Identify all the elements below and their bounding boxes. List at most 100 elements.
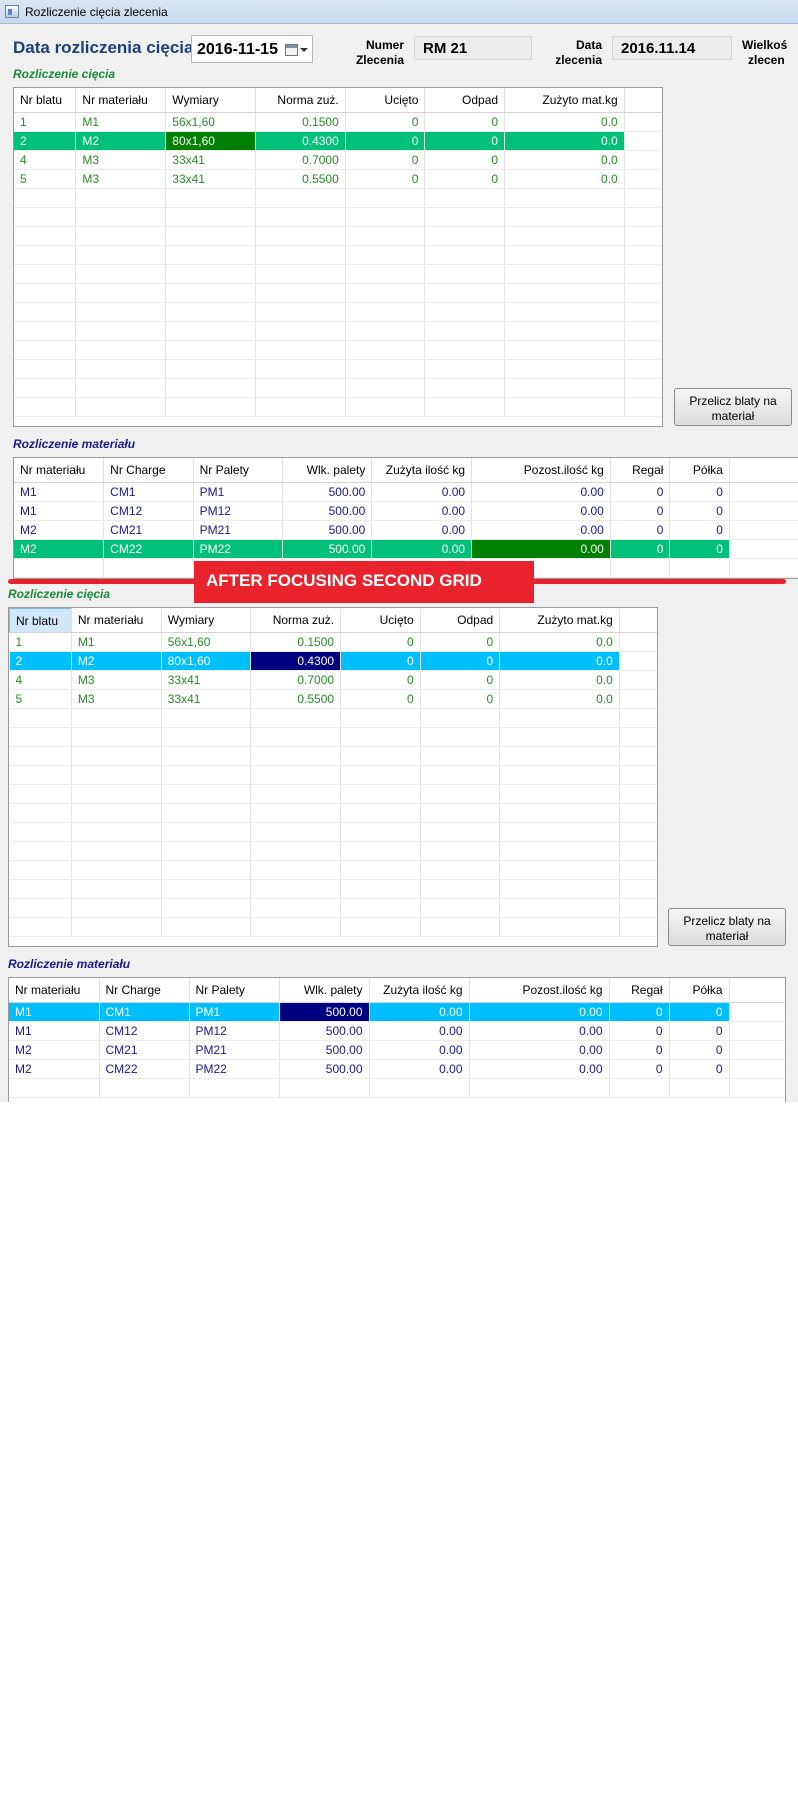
table-row[interactable]: 5 M3 33x41 0.5500 0 0 0.0 [9,689,657,709]
column-header[interactable]: Nr materiału [9,978,100,1003]
table-cell[interactable]: 5 [9,689,72,709]
settlement-date-picker[interactable]: 2016-11-15 [191,35,313,63]
table-cell[interactable]: M2 [71,651,162,671]
table-cell[interactable]: 0 [420,632,501,652]
table-cell[interactable]: 0.0 [499,670,620,690]
table-cell[interactable]: 500.00 [279,1059,370,1079]
table-cell[interactable]: M2 [75,131,167,151]
column-header[interactable]: Półka [669,458,730,483]
column-header[interactable]: Nr Charge [103,458,194,483]
table-cell[interactable]: PM12 [193,501,283,521]
table-cell[interactable]: 56x1,60 [161,632,252,652]
column-header[interactable]: Wymiary [165,88,256,113]
column-header[interactable]: Ucięto [345,88,426,113]
table-row[interactable]: M2 CM21 PM21 500.00 0.00 0.00 0 0 [14,520,798,540]
table-row[interactable]: 5 M3 33x41 0.5500 0 0 0.0 [14,169,662,189]
table-cell[interactable]: M3 [75,169,167,189]
table-cell[interactable]: 0.0 [504,112,625,132]
table-cell[interactable]: 0.00 [469,1002,610,1022]
table-cell[interactable]: 0 [610,520,671,540]
column-header-focused[interactable]: Nr blatu [9,608,72,633]
table-cell[interactable]: CM21 [103,520,194,540]
table-cell[interactable]: 4 [14,150,77,170]
column-header[interactable]: Wymiary [161,608,252,633]
column-header[interactable]: Zużyto mat.kg [504,88,625,113]
table-cell[interactable]: 0.00 [371,539,473,559]
table-cell[interactable]: PM12 [189,1021,280,1041]
table-row[interactable]: 1 M1 56x1,60 0.1500 0 0 0.0 [14,112,662,132]
table-cell[interactable]: 500.00 [282,501,373,521]
table-cell[interactable]: 0.00 [469,1059,610,1079]
table-cell[interactable]: 0 [340,651,421,671]
table-cell[interactable]: 0 [345,150,426,170]
table-cell[interactable]: 0.5500 [255,169,346,189]
table-cell[interactable]: 0.0 [499,689,620,709]
table-row[interactable]: M2 CM22 PM22 500.00 0.00 0.00 0 0 [9,1059,785,1079]
table-cell[interactable]: 0.00 [371,482,473,502]
table-cell[interactable]: 0 [669,539,730,559]
table-cell[interactable]: 4 [9,670,72,690]
table-cell[interactable]: 0 [345,112,426,132]
table-cell[interactable]: 0 [669,1059,730,1079]
table-cell[interactable]: 0 [420,670,501,690]
table-row-selected[interactable]: M2 CM22 PM22 500.00 0.00 0.00 0 0 [14,539,798,559]
current-cell[interactable]: 0.00 [471,539,611,559]
table-cell[interactable]: 0 [345,169,426,189]
table-cell[interactable]: 0 [340,632,421,652]
table-cell[interactable]: CM22 [103,539,194,559]
current-cell[interactable]: 500.00 [279,1002,370,1022]
table-cell[interactable]: M3 [71,689,162,709]
table-cell[interactable]: 0 [610,482,671,502]
table-cell[interactable]: 56x1,60 [165,112,256,132]
table-cell[interactable]: M2 [9,1040,100,1060]
table-cell[interactable]: 0.4300 [255,131,346,151]
table-cell[interactable]: 0.0 [504,169,625,189]
recalc-materials-button[interactable]: Przelicz blaty na materiał [674,388,792,426]
table-row[interactable]: M1 CM12 PM12 500.00 0.00 0.00 0 0 [14,501,798,521]
table-cell[interactable]: PM21 [193,520,283,540]
calendar-icon[interactable] [285,44,298,56]
table-cell[interactable]: 0.00 [369,1002,470,1022]
cutting-grid[interactable]: Nr blatu Nr materiału Wymiary Norma zuż.… [8,607,658,947]
recalc-materials-button[interactable]: Przelicz blaty na materiał [668,908,786,946]
table-cell[interactable]: 0 [340,670,421,690]
table-cell[interactable]: 500.00 [282,520,373,540]
table-cell[interactable]: 2 [14,131,77,151]
table-cell[interactable]: M1 [14,482,105,502]
table-cell[interactable]: 2 [9,651,72,671]
column-header[interactable]: Pozost.ilość kg [471,458,611,483]
table-cell[interactable]: 0.00 [469,1021,610,1041]
table-cell[interactable]: 0 [609,1021,670,1041]
table-cell[interactable]: CM22 [99,1059,190,1079]
table-cell[interactable]: 0 [669,1021,730,1041]
current-cell[interactable]: 0.4300 [250,651,342,671]
table-cell[interactable]: 80x1,60 [161,651,252,671]
column-header[interactable]: Zużyta ilość kg [369,978,470,1003]
column-header[interactable]: Norma zuż. [250,608,342,633]
table-cell[interactable]: 0.0 [499,651,620,671]
table-cell[interactable]: 0.00 [371,520,473,540]
column-header[interactable]: Wlk. palety [279,978,370,1003]
table-cell[interactable]: 0.1500 [255,112,346,132]
table-cell[interactable]: 0.00 [369,1040,470,1060]
table-cell[interactable]: M2 [14,539,105,559]
table-cell[interactable]: PM21 [189,1040,280,1060]
current-cell[interactable]: 80x1,60 [165,131,256,151]
column-header[interactable]: Nr materiału [71,608,162,633]
column-header[interactable]: Norma zuż. [255,88,346,113]
table-cell[interactable]: 0 [669,501,730,521]
table-row[interactable]: M2 CM21 PM21 500.00 0.00 0.00 0 0 [9,1040,785,1060]
table-cell[interactable]: PM22 [193,539,283,559]
table-cell[interactable]: M2 [14,520,105,540]
table-cell[interactable]: 0.5500 [250,689,342,709]
table-cell[interactable]: 0.7000 [255,150,346,170]
table-cell[interactable]: 5 [14,169,77,189]
table-cell[interactable]: 0.00 [471,501,611,521]
column-header[interactable]: Nr Palety [193,458,283,483]
column-header[interactable]: Nr Palety [189,978,280,1003]
cutting-grid[interactable]: Nr blatu Nr materiału Wymiary Norma zuż.… [13,87,663,427]
column-header[interactable]: Nr materiału [14,458,105,483]
column-header[interactable]: Zużyto mat.kg [499,608,620,633]
table-cell[interactable]: 0.00 [471,482,611,502]
table-cell[interactable]: 0 [610,539,671,559]
